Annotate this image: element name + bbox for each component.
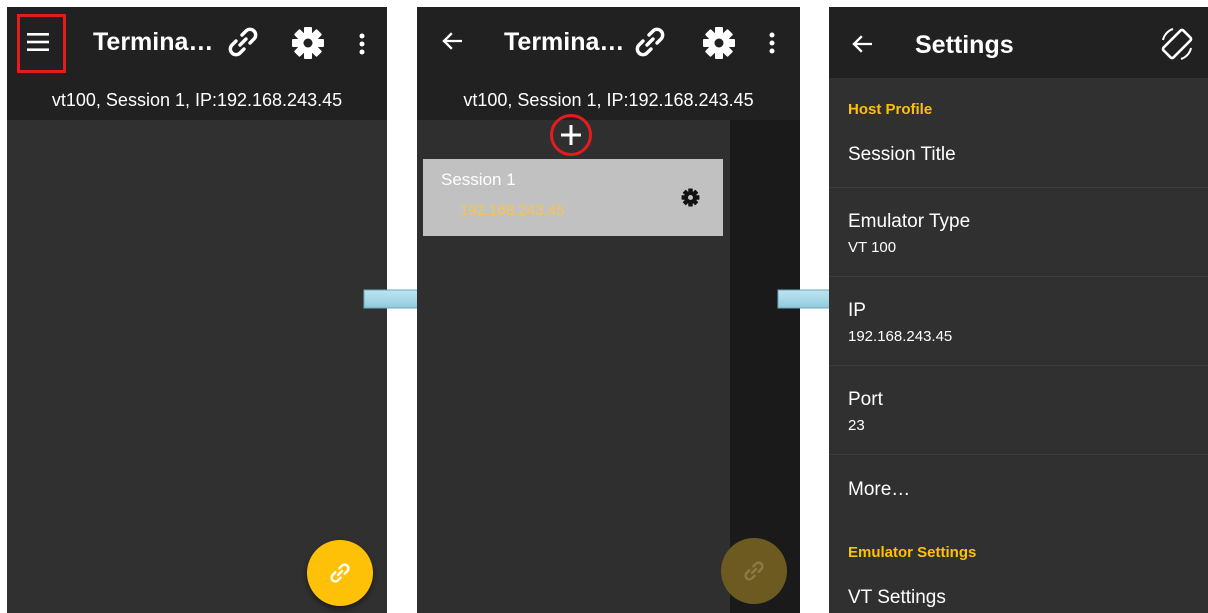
- category-host-profile: Host Profile: [848, 101, 933, 118]
- session-status-bar: vt100, Session 1, IP:192.168.243.45: [7, 80, 387, 120]
- session-title: Session 1: [441, 170, 516, 189]
- link-icon[interactable]: [632, 24, 668, 60]
- screen-title: Settings: [915, 31, 1014, 59]
- setting-summary: VT 100: [848, 239, 897, 256]
- setting-summary: 192.168.243.45: [848, 328, 953, 345]
- settings-screen: Settings Host Profile Session Title Emul…: [829, 7, 1208, 613]
- setting-title: VT Settings: [848, 587, 946, 608]
- setting-title: Session Title: [848, 144, 956, 165]
- link-icon: [744, 561, 764, 581]
- terminal-screen: Termina… vt100, Session 1, IP:192.168.24…: [7, 7, 387, 613]
- app-title: Termina…: [504, 28, 625, 56]
- divider: [829, 187, 1208, 188]
- session-list-item[interactable]: Session 1 192.168.243.45: [423, 159, 723, 236]
- terminal-drawer-screen: Termina… vt100, Session 1, IP:192.168.24…: [417, 7, 800, 613]
- screen-rotation-icon[interactable]: [1157, 24, 1197, 64]
- back-arrow-icon[interactable]: [442, 32, 462, 50]
- gear-icon[interactable]: [291, 26, 325, 60]
- link-icon[interactable]: [225, 24, 261, 60]
- app-bar: Termina…: [7, 7, 387, 80]
- app-title: Termina…: [93, 28, 214, 56]
- divider: [829, 454, 1208, 455]
- setting-summary: 23: [848, 417, 865, 434]
- connect-fab-button[interactable]: [307, 540, 373, 606]
- add-highlight-circle: [550, 114, 592, 156]
- setting-title: IP: [848, 300, 866, 321]
- more-vert-icon[interactable]: [769, 32, 775, 54]
- gear-icon[interactable]: [702, 26, 736, 60]
- setting-title: Port: [848, 389, 883, 410]
- setting-title: More…: [848, 479, 911, 500]
- app-bar: Termina…: [417, 7, 800, 80]
- link-icon: [330, 563, 350, 583]
- back-arrow-icon[interactable]: [852, 35, 872, 53]
- connect-fab-button: [721, 538, 787, 604]
- divider: [829, 276, 1208, 277]
- more-vert-icon[interactable]: [359, 33, 365, 55]
- category-emulator-settings: Emulator Settings: [848, 544, 977, 561]
- menu-highlight-box: [17, 14, 66, 73]
- session-status-bar: vt100, Session 1, IP:192.168.243.45: [417, 80, 800, 120]
- gear-icon[interactable]: [681, 188, 700, 207]
- session-ip: 192.168.243.45: [460, 202, 565, 219]
- divider: [829, 365, 1208, 366]
- setting-title: Emulator Type: [848, 211, 971, 232]
- app-bar: Settings: [829, 7, 1208, 78]
